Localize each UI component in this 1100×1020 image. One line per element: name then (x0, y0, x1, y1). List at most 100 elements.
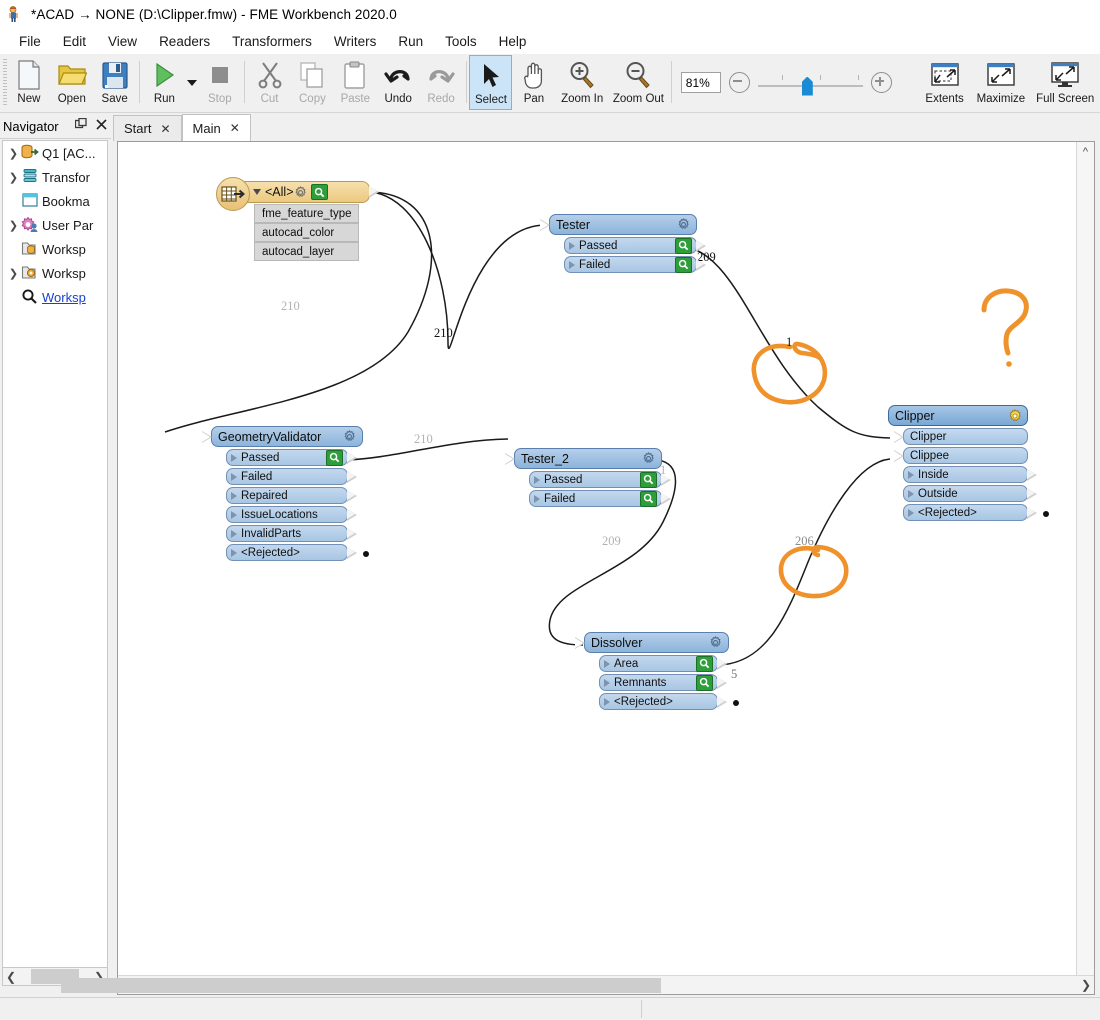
output-port[interactable]: Inside (903, 466, 1037, 483)
close-icon[interactable] (96, 117, 107, 135)
chevron-right-icon[interactable]: ❯ (7, 171, 20, 184)
output-connector[interactable] (1027, 506, 1037, 519)
magnifier-icon[interactable] (640, 490, 657, 507)
input-connector[interactable] (575, 636, 585, 649)
input-connector[interactable] (202, 430, 212, 443)
collapse-triangle-icon[interactable] (253, 189, 261, 195)
transformer-node-dissolver[interactable]: Dissolver Area Remnants <Rejected> (575, 632, 739, 710)
tab-main[interactable]: Main ✕ (181, 114, 251, 141)
transformer-node-tester2[interactable]: Tester_2 Passed Failed (505, 448, 671, 507)
output-port[interactable]: Area (599, 655, 727, 672)
zoom-slider[interactable] (757, 68, 863, 98)
stop-button[interactable]: Stop (198, 55, 241, 110)
save-button[interactable]: Save (93, 55, 136, 110)
magnifier-icon[interactable] (675, 256, 692, 273)
nav-item-bookmarks[interactable]: Bookma (3, 189, 107, 213)
output-port[interactable]: Outside (903, 485, 1037, 502)
nav-item-workspace-parameters[interactable]: ❯ Worksp (3, 261, 107, 285)
menu-file[interactable]: File (8, 31, 52, 52)
output-port[interactable]: Repaired (226, 487, 357, 504)
nav-item-workspace-search[interactable]: Worksp (3, 285, 107, 309)
output-port[interactable]: InvalidParts (226, 525, 357, 542)
magnifier-icon[interactable] (326, 449, 343, 466)
output-connector[interactable] (347, 546, 357, 559)
scroll-up-arrow-icon[interactable]: ^ (1083, 146, 1088, 158)
fullscreen-button[interactable]: Full Screen (1030, 55, 1100, 110)
nav-item-workspace-resources[interactable]: Worksp (3, 237, 107, 261)
output-connector[interactable] (347, 527, 357, 540)
gear-icon[interactable] (343, 430, 356, 443)
new-button[interactable]: New (7, 55, 50, 110)
nav-item-label[interactable]: Worksp (42, 290, 86, 305)
output-port[interactable]: <Rejected> (226, 544, 369, 561)
menu-run[interactable]: Run (387, 31, 434, 52)
tab-main-close-icon[interactable]: ✕ (230, 121, 240, 135)
tab-start[interactable]: Start ✕ (113, 115, 182, 141)
output-port[interactable]: Failed (564, 256, 706, 273)
gear-icon[interactable] (294, 185, 307, 199)
copy-button[interactable]: Copy (291, 55, 334, 110)
cut-button[interactable]: Cut (248, 55, 291, 110)
zoom-in-button[interactable]: Zoom In (555, 55, 609, 110)
input-port[interactable]: Clipper (894, 428, 1028, 445)
zoom-level-input[interactable] (680, 72, 721, 93)
output-port[interactable]: Passed (564, 237, 706, 254)
chevron-right-icon[interactable]: ❯ (7, 147, 20, 160)
output-connector[interactable] (717, 657, 727, 670)
pan-tool-button[interactable]: Pan (512, 55, 555, 110)
input-port[interactable]: Clippee (894, 447, 1028, 464)
output-connector[interactable] (347, 470, 357, 483)
magnifier-icon[interactable] (310, 184, 328, 200)
paste-button[interactable]: Paste (334, 55, 377, 110)
run-button[interactable]: Run (143, 55, 186, 110)
output-connector[interactable] (347, 451, 357, 464)
output-connector[interactable] (661, 492, 671, 505)
input-connector[interactable] (894, 449, 904, 462)
output-port[interactable]: Remnants (599, 674, 727, 691)
transformer-node-tester[interactable]: Tester Passed Failed (540, 214, 706, 273)
transformer-node-clipper[interactable]: Clipper Clipper Clippee Inside Outside <… (888, 405, 1049, 521)
menu-transformers[interactable]: Transformers (221, 31, 323, 52)
node-header[interactable]: Dissolver (575, 632, 729, 653)
nav-item-transformers[interactable]: ❯ Transfor (3, 165, 107, 189)
menu-readers[interactable]: Readers (148, 31, 221, 52)
input-connector[interactable] (505, 452, 515, 465)
undock-icon[interactable] (74, 117, 87, 135)
output-connector[interactable] (717, 676, 727, 689)
output-port[interactable]: <Rejected> (903, 504, 1049, 521)
scroll-left-arrow-icon[interactable]: ❮ (3, 970, 19, 984)
reader-node-all[interactable]: <All> fme_feature_type autocad_color aut… (216, 177, 379, 261)
zoom-slider-thumb[interactable] (801, 76, 813, 96)
open-button[interactable]: Open (50, 55, 93, 110)
menu-tools[interactable]: Tools (434, 31, 488, 52)
magnifier-icon[interactable] (696, 655, 713, 672)
menu-writers[interactable]: Writers (323, 31, 388, 52)
canvas-horizontal-scrollbar[interactable]: ❮ ❯ (61, 975, 1094, 994)
menu-view[interactable]: View (97, 31, 148, 52)
magnifier-icon[interactable] (675, 237, 692, 254)
output-port[interactable]: Failed (529, 490, 671, 507)
maximize-button[interactable]: Maximize (971, 55, 1030, 110)
gear-icon[interactable] (677, 218, 690, 231)
scrollbar-thumb[interactable] (61, 977, 661, 993)
magnifier-icon[interactable] (640, 471, 657, 488)
reader-attribute[interactable]: fme_feature_type (254, 204, 359, 223)
output-port[interactable]: <Rejected> (599, 693, 739, 710)
canvas-vertical-scrollbar[interactable]: ^ (1076, 142, 1094, 977)
gear-icon-yellow[interactable] (1008, 409, 1021, 422)
output-port[interactable]: IssueLocations (226, 506, 357, 523)
node-header[interactable]: GeometryValidator (202, 426, 363, 447)
workspace-canvas[interactable]: 210 210 210 209 1 209 5 1 206 <All> fme_… (118, 142, 1077, 977)
gear-icon[interactable] (642, 452, 655, 465)
reader-attribute[interactable]: autocad_color (254, 223, 359, 242)
gear-icon[interactable] (709, 636, 722, 649)
node-header[interactable]: Clipper (888, 405, 1028, 426)
output-connector[interactable] (347, 508, 357, 521)
input-connector[interactable] (894, 430, 904, 443)
extents-button[interactable]: Extents (918, 55, 972, 110)
zoom-decrease-button[interactable] (728, 72, 750, 93)
output-connector[interactable] (347, 489, 357, 502)
menu-edit[interactable]: Edit (52, 31, 97, 52)
tab-start-close-icon[interactable]: ✕ (160, 122, 170, 136)
output-connector[interactable] (369, 186, 379, 198)
